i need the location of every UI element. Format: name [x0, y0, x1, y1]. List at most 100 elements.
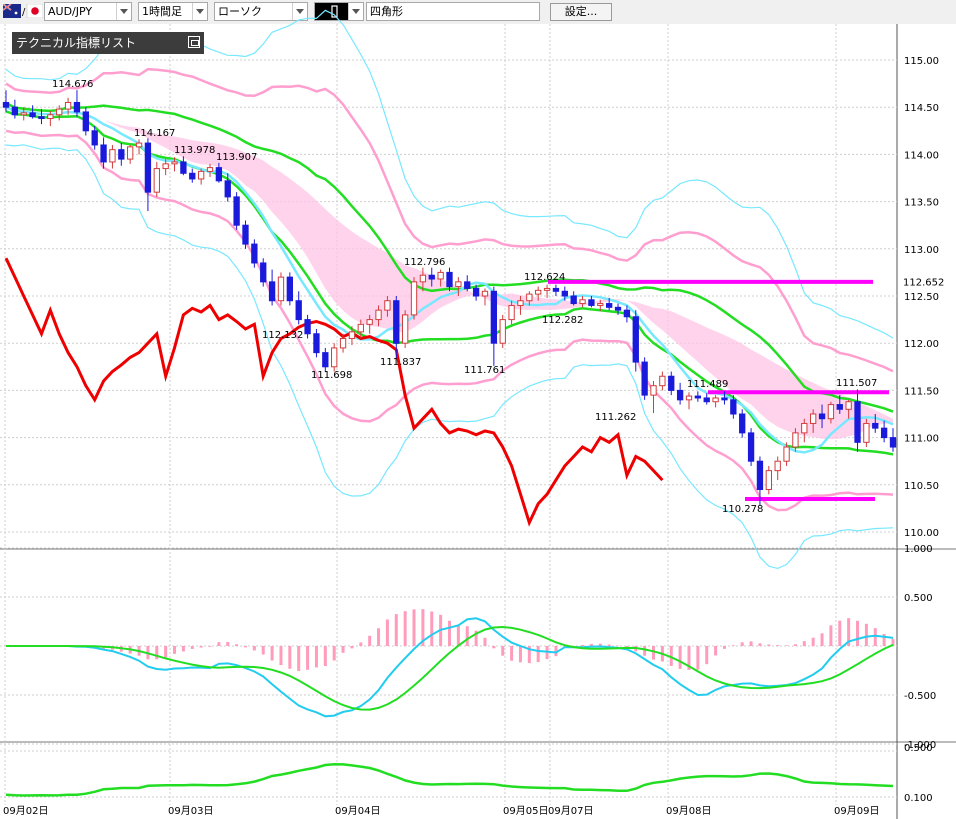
- candle-body: [659, 375, 666, 387]
- macd-histogram-bar: [581, 644, 585, 646]
- candle-body: [91, 130, 98, 146]
- macd-histogram-bar: [385, 619, 389, 646]
- macd-histogram-bar: [288, 646, 292, 669]
- date-axis-label: 09月09日: [834, 805, 879, 817]
- macd-histogram-bar: [536, 646, 540, 663]
- price-axis-tick: 114.00: [904, 150, 939, 161]
- price-axis-tick: 110.00: [904, 528, 939, 539]
- candle-body: [233, 196, 240, 226]
- macd-histogram-bar: [279, 646, 283, 666]
- macd-histogram-bar: [394, 614, 398, 646]
- macd-histogram-bar: [731, 645, 735, 646]
- macd-histogram-bar: [740, 642, 744, 646]
- date-axis-label: 09月05日: [503, 805, 548, 817]
- candle-body: [889, 437, 897, 448]
- candle-body: [29, 112, 36, 118]
- price-axis-tick: 113.50: [904, 198, 939, 209]
- macd-histogram-bar: [297, 646, 301, 671]
- candle-body: [366, 319, 373, 325]
- macd-histogram-bar: [306, 646, 310, 670]
- candle-body: [517, 300, 524, 306]
- candle-body: [375, 309, 382, 321]
- candle-body: [304, 319, 311, 335]
- candle-body: [588, 299, 595, 306]
- price-annotation: 111.507: [836, 378, 877, 389]
- macd-histogram-bar: [501, 646, 505, 656]
- candle-body: [446, 271, 453, 288]
- price-annotation: 111.761: [464, 365, 505, 376]
- candle-body: [47, 114, 54, 120]
- candle-body: [260, 262, 267, 283]
- price-axis-tick: 115.00: [904, 56, 939, 67]
- macd-histogram-bar: [155, 646, 159, 660]
- price-annotation: 111.698: [311, 370, 352, 381]
- macd-histogram-bar: [776, 645, 780, 646]
- macd-histogram-bar: [226, 642, 230, 646]
- collapse-icon[interactable]: [188, 36, 200, 48]
- macd-histogram-bar: [652, 646, 656, 660]
- candle-body: [38, 116, 45, 120]
- candle-body: [215, 167, 223, 182]
- candle-body: [623, 309, 631, 318]
- macd-histogram-bar: [696, 646, 700, 670]
- price-annotation: 112.624: [524, 272, 565, 283]
- candle-body: [144, 142, 152, 193]
- candle-body: [721, 397, 728, 401]
- candle-body: [277, 276, 285, 302]
- price-axis-tick: 110.50: [904, 481, 939, 492]
- macd-histogram-bar: [235, 644, 239, 646]
- candle-body: [650, 385, 657, 396]
- price-axis-tick: 112.00: [904, 339, 939, 350]
- macd-axis-tick: -0.500: [904, 691, 936, 702]
- candle-body: [561, 290, 568, 297]
- macd-histogram-bar: [208, 646, 212, 647]
- candle-body: [109, 149, 116, 163]
- candle-body: [827, 404, 835, 420]
- macd-axis-tick: 1.000: [904, 544, 933, 555]
- candle-body: [189, 172, 196, 180]
- candle-body: [153, 168, 160, 193]
- candle-body: [224, 180, 231, 198]
- macd-histogram-bar: [448, 620, 451, 646]
- macd-histogram-bar: [456, 625, 460, 646]
- candle-body: [20, 112, 27, 116]
- macd-histogram-bar: [341, 646, 345, 653]
- macd-histogram-bar: [217, 642, 221, 646]
- macd-histogram-bar: [510, 646, 514, 661]
- candle-body: [490, 290, 498, 344]
- candle-body: [118, 149, 125, 160]
- macd-histogram-bar: [270, 646, 274, 661]
- candle-body: [810, 413, 817, 424]
- candle-body: [605, 303, 613, 308]
- macd-histogram-bar: [714, 646, 718, 656]
- candle-body: [348, 331, 356, 339]
- candle-body: [2, 101, 10, 108]
- macd-histogram-bar: [838, 620, 842, 646]
- candle-body: [756, 460, 764, 491]
- current-price-label: 112.652: [903, 278, 944, 289]
- macd-histogram-bar: [785, 645, 789, 646]
- price-annotation: 112.282: [542, 315, 583, 326]
- macd-histogram-bar: [368, 635, 372, 646]
- macd-histogram-bar: [164, 646, 168, 658]
- macd-histogram-bar: [190, 646, 194, 649]
- candle-body: [508, 304, 515, 321]
- macd-histogram-bar: [793, 644, 797, 646]
- candle-body: [854, 401, 861, 443]
- technical-indicator-list[interactable]: テクニカル指標リスト: [12, 32, 204, 54]
- macd-histogram-bar: [767, 644, 771, 646]
- candle-body: [384, 300, 391, 311]
- candle-body: [162, 163, 169, 170]
- candle-body: [331, 347, 338, 368]
- candle-body: [73, 101, 81, 113]
- candle-body: [597, 303, 604, 306]
- candle-body: [135, 142, 143, 148]
- price-annotation: 114.676: [52, 79, 93, 90]
- price-axis-tick: 111.50: [904, 386, 939, 397]
- price-annotation: 111.489: [687, 379, 728, 390]
- candle-body: [268, 281, 276, 302]
- macd-histogram-bar: [181, 646, 185, 652]
- candle-body: [180, 161, 187, 174]
- macd-histogram-bar: [518, 646, 522, 663]
- macd-histogram-bar: [323, 646, 327, 667]
